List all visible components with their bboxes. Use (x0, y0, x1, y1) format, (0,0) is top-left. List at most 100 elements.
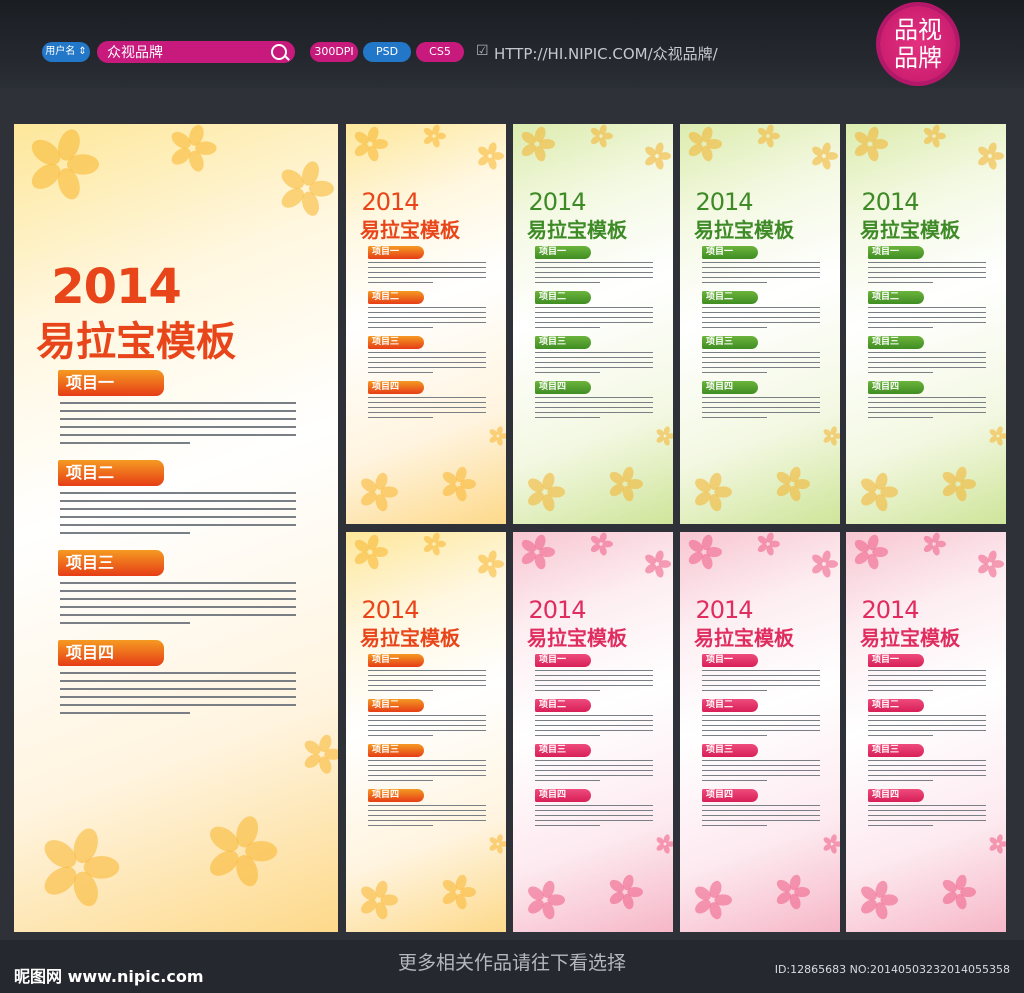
banner-template-panel[interactable]: 2014 易拉宝模板 项目一 项目二 项目三 项目四 (846, 532, 1006, 932)
top-toolbar: 用户名 ⇕ 众视品牌 300DPI PSD CS5 ☑ HTTP://HI.NI… (0, 0, 1024, 89)
user-dropdown-button[interactable]: 用户名 ⇕ (42, 42, 90, 62)
banner-title: 易拉宝模板 (36, 319, 236, 365)
section-label: 项目二 (868, 699, 924, 712)
section-label: 项目一 (868, 246, 924, 259)
banner-template-panel[interactable]: 2014 易拉宝模板 项目一 项目二 项目三 项目四 (513, 124, 673, 524)
section-body-text (702, 805, 820, 830)
section-body-text (868, 760, 986, 785)
section-label: 项目三 (535, 744, 591, 757)
banner-template-panel[interactable]: 2014 易拉宝模板 项目一 项目二 项目三 项目四 (680, 532, 840, 932)
section-body-text (868, 670, 986, 695)
section-label: 项目一 (535, 654, 591, 667)
search-value: 众视品牌 (107, 45, 163, 61)
banner-title: 易拉宝模板 (860, 626, 960, 650)
section-label: 项目二 (535, 291, 591, 304)
section-body-text (368, 307, 486, 332)
banner-year: 2014 (695, 596, 753, 624)
banner-template-panel[interactable]: 2014 易拉宝模板 项目一 项目二 项目三 项目四 (680, 124, 840, 524)
section-label: 项目四 (58, 640, 164, 666)
section-body-text (702, 760, 820, 785)
section-label: 项目二 (702, 291, 758, 304)
section-body-text (868, 307, 986, 332)
section-label: 项目四 (702, 381, 758, 394)
section-body-text (368, 397, 486, 422)
section-body-text (868, 262, 986, 287)
banner-title: 易拉宝模板 (694, 218, 794, 242)
section-body-text (60, 492, 296, 540)
section-body-text (535, 352, 653, 377)
search-icon[interactable] (271, 44, 287, 60)
section-label: 项目二 (702, 699, 758, 712)
checkbox-icon[interactable]: ☑ (476, 43, 489, 59)
badge-cs5: CS5 (416, 42, 464, 62)
section-body-text (60, 582, 296, 630)
section-label: 项目三 (368, 744, 424, 757)
section-body-text (368, 760, 486, 785)
section-body-text (368, 715, 486, 740)
section-label: 项目二 (58, 460, 164, 486)
banner-title: 易拉宝模板 (527, 218, 627, 242)
search-input[interactable]: 众视品牌 (97, 41, 295, 63)
banner-template-panel[interactable]: 2014 易拉宝模板 项目一 项目二 项目三 项目四 (846, 124, 1006, 524)
section-label: 项目四 (368, 381, 424, 394)
section-body-text (535, 805, 653, 830)
section-label: 项目四 (868, 381, 924, 394)
section-body-text (702, 397, 820, 422)
section-label: 项目四 (368, 789, 424, 802)
banner-template-panel[interactable]: 2014 易拉宝模板 项目一 项目二 项目三 项目四 (346, 532, 506, 932)
banner-template-panel[interactable]: 2014 易拉宝模板项目一项目二项目三项目四 (513, 532, 673, 932)
banner-title: 易拉宝模板 (694, 626, 794, 650)
banner-year: 2014 (528, 596, 586, 624)
section-body-text (702, 670, 820, 695)
section-body-text (702, 307, 820, 332)
section-body-text (368, 670, 486, 695)
section-label: 项目一 (368, 654, 424, 667)
brand-logo: 品视 品牌 (880, 6, 956, 82)
section-body-text (60, 402, 296, 450)
banner-year: 2014 (361, 188, 419, 216)
badge-300dpi: 300DPI (310, 42, 358, 62)
banner-year: 2014 (861, 188, 919, 216)
section-body-text (868, 352, 986, 377)
section-body-text (702, 352, 820, 377)
section-label: 项目四 (535, 789, 591, 802)
image-id-text: ID:12865683 NO:20140503232014055358 (774, 963, 1010, 976)
section-label: 项目三 (58, 550, 164, 576)
section-body-text (535, 715, 653, 740)
section-label: 项目二 (868, 291, 924, 304)
section-label: 项目一 (702, 654, 758, 667)
section-label: 项目三 (868, 744, 924, 757)
section-body-text (60, 672, 296, 720)
banner-title: 易拉宝模板 (527, 626, 627, 650)
section-label: 项目二 (368, 291, 424, 304)
section-label: 项目二 (535, 699, 591, 712)
section-body-text (535, 760, 653, 785)
section-body-text (535, 397, 653, 422)
section-label: 项目一 (535, 246, 591, 259)
banner-title: 易拉宝模板 (860, 218, 960, 242)
site-watermark: 昵图网 www.nipic.com (14, 967, 204, 986)
section-body-text (535, 670, 653, 695)
section-body-text (868, 805, 986, 830)
section-body-text (868, 715, 986, 740)
section-body-text (368, 262, 486, 287)
brand-logo-text: 品视 品牌 (894, 16, 942, 72)
banner-year: 2014 (361, 596, 419, 624)
banner-template-panel[interactable]: 2014 易拉宝模板 项目一 项目二 项目三 项目四 (346, 124, 506, 524)
section-body-text (702, 262, 820, 287)
section-body-text (535, 307, 653, 332)
section-label: 项目一 (868, 654, 924, 667)
banner-year: 2014 (528, 188, 586, 216)
section-label: 项目二 (368, 699, 424, 712)
section-label: 项目三 (535, 336, 591, 349)
section-label: 项目四 (702, 789, 758, 802)
source-url-link[interactable]: HTTP://HI.NIPIC.COM/众视品牌/ (494, 43, 718, 64)
section-label: 项目三 (368, 336, 424, 349)
badge-psd: PSD (363, 42, 411, 62)
section-label: 项目一 (702, 246, 758, 259)
banner-template-panel[interactable]: 2014 易拉宝模板 项目一 项目二 项目三 项目四 (14, 124, 338, 932)
banner-year: 2014 (51, 259, 182, 315)
banner-year: 2014 (695, 188, 753, 216)
banner-title: 易拉宝模板 (360, 218, 460, 242)
section-body-text (368, 805, 486, 830)
